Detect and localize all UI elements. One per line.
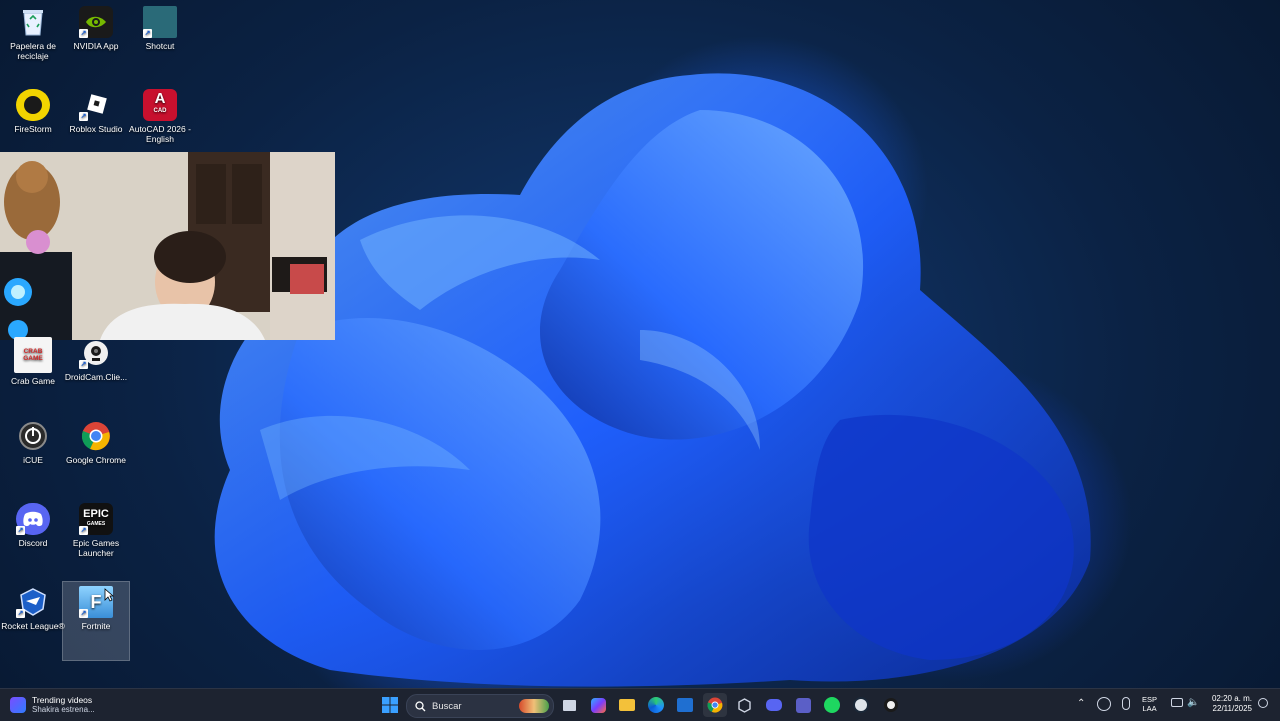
desktop-icon-fortnite[interactable]: F ↗ Fortnite xyxy=(62,581,130,661)
desktop-icon-discord[interactable]: ↗ Discord xyxy=(0,499,66,577)
clock-date: 22/11/2025 xyxy=(1212,704,1252,713)
chrome-icon xyxy=(79,420,113,452)
microphone-icon[interactable] xyxy=(1122,697,1130,710)
steam-icon xyxy=(853,697,869,713)
network-icon[interactable] xyxy=(1171,698,1183,707)
desktop-icon-recycle-bin[interactable]: Papelera de reciclaje xyxy=(0,2,66,80)
shotcut-icon: ↗ xyxy=(143,6,177,38)
desktop-icon-nvidia-app[interactable]: ↗ NVIDIA App xyxy=(63,2,129,80)
tray-overflow-button[interactable]: ⌃ xyxy=(1077,698,1085,709)
recycle-bin-icon xyxy=(16,6,50,38)
taskbar-teams[interactable] xyxy=(791,693,815,717)
clock[interactable]: 02:20 a. m. 22/11/2025 xyxy=(1204,694,1252,714)
autocad-icon: A CAD xyxy=(143,89,177,121)
start-button[interactable] xyxy=(378,693,402,717)
widget-subtitle: Shakira estrena... xyxy=(32,705,95,714)
desktop-icon-droidcam[interactable]: ↗ DroidCam.Clie... xyxy=(63,333,129,411)
desktop-icon-icue[interactable]: iCUE xyxy=(0,416,66,494)
mouse-cursor-icon xyxy=(104,588,114,602)
taskbar-copilot[interactable] xyxy=(586,693,610,717)
taskbar-search-box[interactable]: Buscar xyxy=(406,694,554,718)
widgets-button[interactable]: Trending videos Shakira estrena... xyxy=(10,693,120,717)
teams-icon xyxy=(795,697,811,713)
notifications-icon[interactable] xyxy=(1258,698,1268,708)
task-view-icon xyxy=(562,699,576,711)
desktop-icon-epic-games[interactable]: EPIC GAMES ↗ Epic Games Launcher xyxy=(63,499,129,577)
nvidia-icon: ↗ xyxy=(79,6,113,38)
widget-title: Trending videos xyxy=(32,695,93,705)
sync-icon[interactable] xyxy=(1097,697,1111,711)
chrome-icon xyxy=(707,697,723,713)
outlook-icon xyxy=(677,698,693,712)
taskbar-discord[interactable] xyxy=(762,693,786,717)
taskbar-outlook[interactable] xyxy=(673,693,697,717)
discord-icon xyxy=(766,699,782,711)
webcam-overlay xyxy=(0,152,335,340)
discord-icon: ↗ xyxy=(16,503,50,535)
language-indicator[interactable]: ESP LAA xyxy=(1142,695,1157,713)
folder-icon xyxy=(619,699,635,711)
crab-game-icon: CRAB GAME xyxy=(14,337,52,373)
taskbar-spotify[interactable] xyxy=(820,693,844,717)
desktop-icon-google-chrome[interactable]: Google Chrome xyxy=(63,416,129,494)
desktop-icon-rocket-league[interactable]: ↗ Rocket League® xyxy=(0,582,66,660)
chevron-up-icon: ⌃ xyxy=(1077,698,1086,709)
taskbar-unity[interactable] xyxy=(732,693,756,717)
clock-time: 02:20 a. m. xyxy=(1211,694,1252,703)
taskbar-steam[interactable] xyxy=(849,693,873,717)
search-highlight-icon xyxy=(519,699,549,713)
start-icon xyxy=(382,697,398,713)
volume-icon[interactable]: 🔈 xyxy=(1187,697,1199,708)
taskbar-chrome[interactable] xyxy=(703,693,727,717)
firestorm-icon xyxy=(16,89,50,121)
rocket-league-icon: ↗ xyxy=(16,586,50,618)
desktop-icon-shotcut[interactable]: ↗ Shotcut xyxy=(127,2,193,80)
copilot-icon xyxy=(590,697,606,713)
roblox-studio-icon: ↗ xyxy=(79,89,113,121)
edge-icon xyxy=(648,697,664,713)
taskbar-droidcam[interactable] xyxy=(879,693,903,717)
desktop-icon-crab-game[interactable]: CRAB GAME Crab Game xyxy=(0,333,66,411)
search-icon xyxy=(415,700,426,711)
taskbar-edge[interactable] xyxy=(644,693,668,717)
taskbar: Trending videos Shakira estrena... Busca… xyxy=(0,688,1280,721)
epic-games-icon: EPIC GAMES ↗ xyxy=(79,503,113,535)
taskbar-file-explorer[interactable] xyxy=(615,693,639,717)
unity-icon xyxy=(737,697,751,713)
spotify-icon xyxy=(824,697,840,713)
widgets-icon xyxy=(10,697,26,713)
icue-icon xyxy=(16,420,50,452)
droidcam-icon xyxy=(884,698,898,712)
search-placeholder: Buscar xyxy=(432,700,462,712)
droidcam-icon: ↗ xyxy=(79,337,113,369)
taskbar-task-view[interactable] xyxy=(557,693,581,717)
